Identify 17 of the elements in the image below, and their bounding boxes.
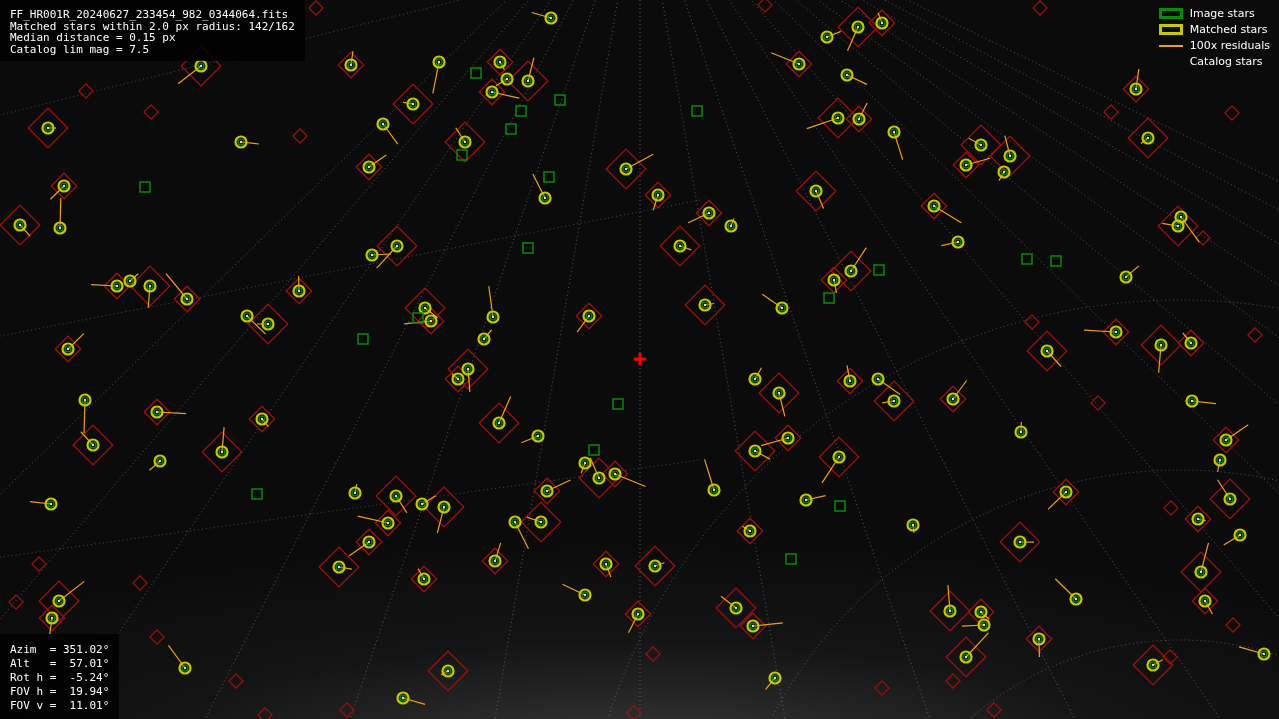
info-line: Median distance = 0.15 px bbox=[10, 32, 176, 44]
outline-rect-icon bbox=[1158, 8, 1183, 19]
info-line: Alt = 57.01° bbox=[10, 657, 110, 671]
legend-label: 100x residuals bbox=[1189, 39, 1270, 52]
legend-label: Matched stars bbox=[1189, 23, 1268, 36]
crosshair-icon bbox=[634, 353, 646, 365]
legend-label: Image stars bbox=[1189, 7, 1255, 20]
info-line: Catalog lim mag = 7.5 bbox=[10, 43, 151, 55]
legend-label: Catalog stars bbox=[1189, 55, 1263, 68]
line-icon bbox=[1158, 44, 1183, 47]
info-line: FOV v = 11.01° bbox=[10, 699, 110, 713]
info-line: Azim = 351.02° bbox=[10, 643, 110, 657]
info-line: FF_HR001R_20240627_233454_982_0344064.fits bbox=[10, 9, 290, 21]
info-line: Matched stars within 2.0 px radius: 142/162 bbox=[10, 20, 295, 32]
outline-rect-icon bbox=[1158, 24, 1183, 35]
info-line: FOV h = 19.94° bbox=[10, 685, 110, 699]
info-line: Rot h = -5.24° bbox=[10, 671, 110, 685]
